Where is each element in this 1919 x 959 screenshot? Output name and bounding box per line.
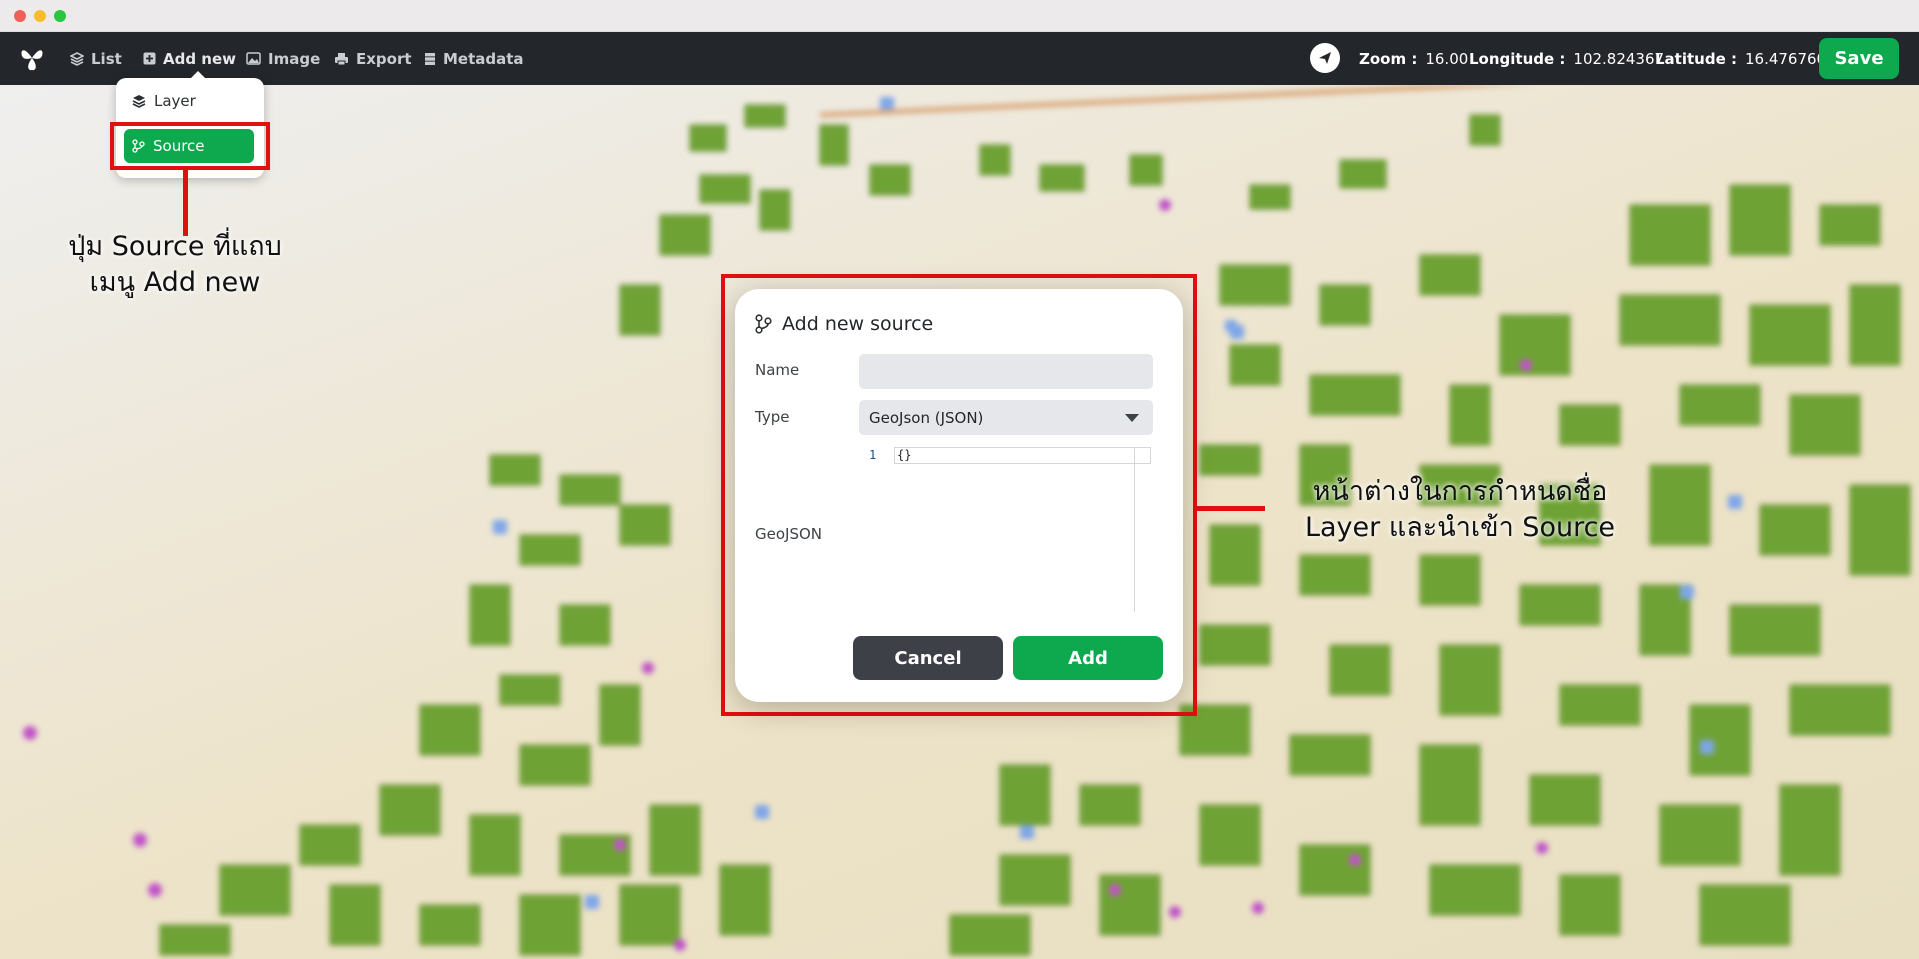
layers-icon <box>70 51 84 66</box>
dialog-connector <box>1197 506 1265 511</box>
window-titlebar <box>0 0 1919 32</box>
zoom-value: 16.00 <box>1425 49 1469 68</box>
app-logo-icon[interactable] <box>18 44 46 76</box>
maximize-window-button[interactable] <box>54 10 66 22</box>
dialog-callout-line2: Layer และนำเข้า Source <box>1304 512 1616 543</box>
nav-add-new-label: Add new <box>163 49 237 68</box>
name-label: Name <box>755 361 800 379</box>
longitude-value: 102.824367 <box>1573 49 1665 68</box>
chevron-down-icon <box>1125 414 1139 422</box>
longitude-readout: Longitude : 102.824367 <box>1469 32 1664 85</box>
geojson-editor[interactable]: 1 {} <box>859 445 1153 618</box>
cancel-button[interactable]: Cancel <box>853 636 1003 680</box>
zoom-readout: Zoom : 16.00 <box>1359 32 1468 85</box>
dialog-callout: หน้าต่างในการกำหนดชื่อ Layer และนำเข้า S… <box>1280 474 1640 546</box>
map-attribution <box>10 911 160 951</box>
minimize-window-button[interactable] <box>34 10 46 22</box>
image-icon <box>246 52 261 65</box>
latitude-label: Latitude : <box>1655 49 1737 68</box>
save-button[interactable]: Save <box>1819 38 1899 79</box>
type-label: Type <box>755 408 790 426</box>
editor-content: {} <box>897 448 912 462</box>
editor-active-line <box>894 447 1151 464</box>
type-select[interactable]: GeoJson (JSON) <box>859 400 1153 435</box>
zoom-label: Zoom : <box>1359 49 1418 68</box>
editor-line-number: 1 <box>869 448 877 462</box>
nav-image[interactable]: Image <box>246 32 320 85</box>
nav-export-label: Export <box>356 49 412 68</box>
nav-export[interactable]: Export <box>334 32 412 85</box>
type-select-value: GeoJson (JSON) <box>869 408 984 427</box>
name-input[interactable] <box>859 354 1153 389</box>
dialog-title: Add new source <box>782 313 934 335</box>
nav-image-label: Image <box>268 49 321 68</box>
source-branch-icon <box>755 314 772 334</box>
add-new-source-dialog: Add new source Name Type GeoJson (JSON) … <box>735 289 1183 702</box>
source-callout-line2: เมนู Add new <box>89 267 261 298</box>
source-callout-line1: ปุ่ม Source ที่แถบ <box>68 231 282 262</box>
navigation-arrow-icon <box>1319 52 1331 64</box>
add-button[interactable]: Add <box>1013 636 1163 680</box>
plus-square-icon <box>143 52 156 65</box>
database-icon <box>425 52 435 65</box>
nav-list[interactable]: List <box>70 32 122 85</box>
source-button-highlight <box>110 122 270 170</box>
source-button-connector <box>183 170 188 236</box>
close-window-button[interactable] <box>14 10 26 22</box>
nav-metadata-label: Metadata <box>443 49 524 68</box>
geojson-label: GeoJSON <box>755 525 823 543</box>
layers-icon <box>132 95 146 108</box>
top-navbar: List Add new Image Export Metadata Zoom … <box>0 32 1919 85</box>
dialog-header: Add new source <box>755 313 933 335</box>
source-button-callout: ปุ่ม Source ที่แถบ เมนู Add new <box>40 229 310 301</box>
longitude-label: Longitude : <box>1469 49 1566 68</box>
nav-list-label: List <box>91 49 122 68</box>
nav-metadata[interactable]: Metadata <box>424 32 524 85</box>
dropdown-item-layer[interactable]: Layer <box>124 84 254 118</box>
latitude-value: 16.476760 <box>1744 49 1827 68</box>
latitude-readout: Latitude : 16.476760 <box>1655 32 1826 85</box>
printer-icon <box>335 52 348 65</box>
dropdown-item-layer-label: Layer <box>154 92 196 110</box>
editor-scrollbar[interactable] <box>1134 447 1135 612</box>
locate-me-button[interactable] <box>1310 43 1340 73</box>
dialog-callout-line1: หน้าต่างในการกำหนดชื่อ <box>1312 476 1608 507</box>
